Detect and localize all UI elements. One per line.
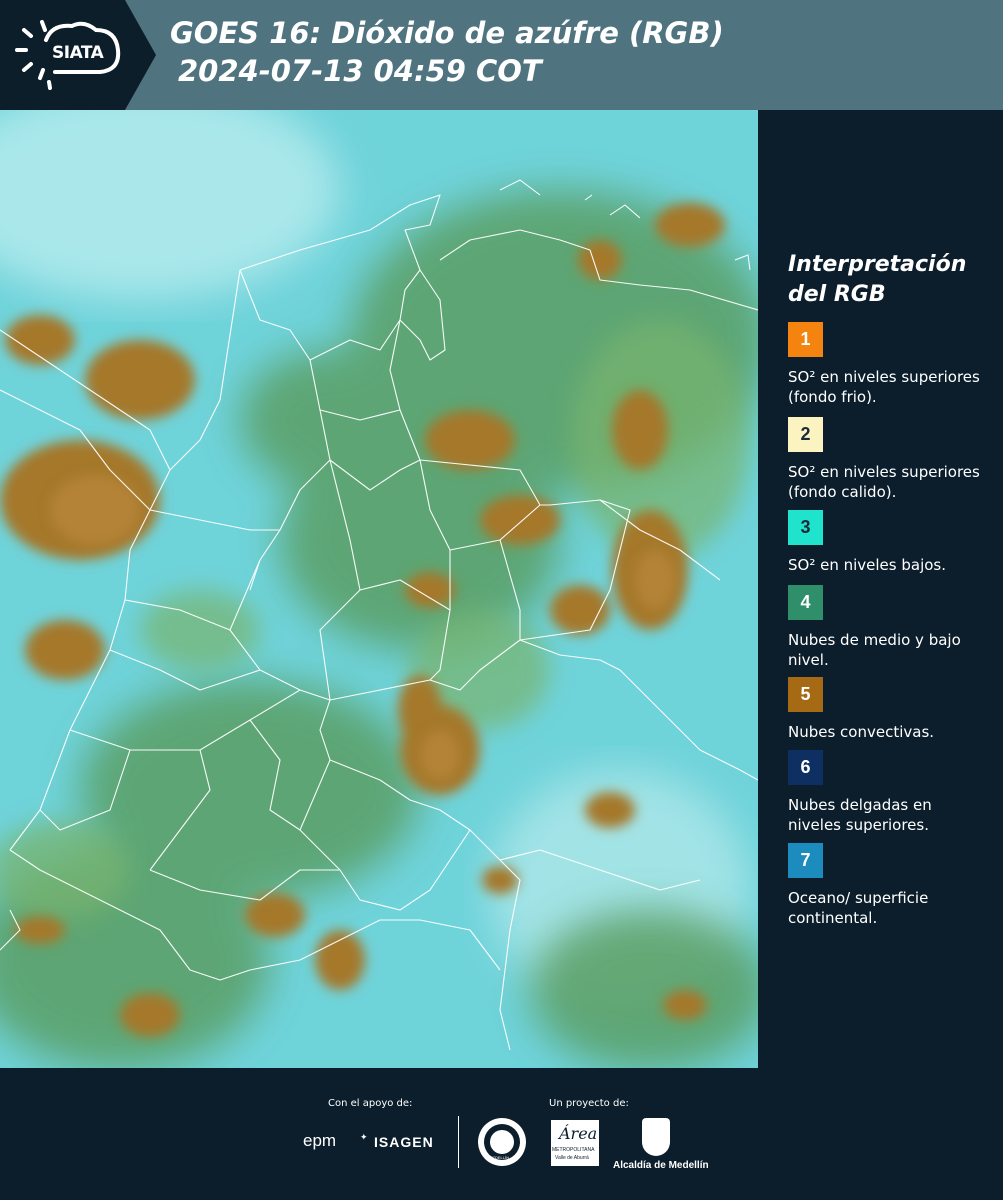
footer-divider [458,1116,459,1168]
alcaldia-label: Alcaldía de Medellín [613,1160,709,1171]
satellite-imagery [0,110,758,1068]
legend-label-4: Nubes de medio y bajo nivel. [788,631,961,669]
legend-label-7: Oceano/ superficie continental. [788,889,929,927]
legend-title: Interpretación del RGB [788,252,967,307]
legend-swatch-7: 7 [788,843,823,878]
medellin-seal-icon: MEDELLÍN [478,1118,526,1166]
rgb-legend: Interpretación del RGB 1 SO² en niveles … [760,110,1003,1068]
page-title: GOES 16: Dióxido de azúfre (RGB) 2024-07… [170,14,724,90]
legend-item-5: 5 Nubes convectivas. [788,677,988,742]
siata-logo: SIATA [0,0,156,110]
legend-swatch-1: 1 [788,322,823,357]
area-metropolitana-logo: Área METROPOLITANA Valle de Aburrá [551,1120,599,1166]
legend-item-7: 7 Oceano/ superficie continental. [788,843,988,928]
legend-swatch-3: 3 [788,510,823,545]
alcaldia-shield-icon [642,1118,670,1156]
legend-item-4: 4 Nubes de medio y bajo nivel. [788,585,988,670]
legend-label-1: SO² en niveles superiores (fondo frio). [788,368,980,406]
header: SIATA GOES 16: Dióxido de azúfre (RGB) 2… [0,0,1003,110]
legend-label-3: SO² en niveles bajos. [788,556,947,574]
legend-item-6: 6 Nubes delgadas en niveles superiores. [788,750,988,835]
satellite-map [0,110,758,1068]
area-logo-word: Área [559,1124,598,1143]
isagen-logo: ISAGEN [374,1134,434,1150]
seal-label: MEDELLÍN [489,1155,510,1160]
legend-swatch-6: 6 [788,750,823,785]
legend-swatch-4: 4 [788,585,823,620]
title-product: GOES 16: Dióxido de azúfre (RGB) [170,16,724,50]
legend-item-1: 1 SO² en niveles superiores (fondo frio)… [788,322,988,407]
legend-swatch-2: 2 [788,417,823,452]
legend-label-5: Nubes convectivas. [788,723,935,741]
legend-item-3: 3 SO² en niveles bajos. [788,510,988,575]
footer: Con el apoyo de: Un proyecto de: epm ✦ I… [0,1068,1003,1200]
legend-label-6: Nubes delgadas en niveles superiores. [788,796,932,834]
isagen-mark-icon: ✦ [360,1132,368,1142]
title-timestamp: 2024-07-13 04:59 COT [178,54,542,88]
legend-item-2: 2 SO² en niveles superiores (fondo calid… [788,417,988,502]
legend-swatch-5: 5 [788,677,823,712]
legend-label-2: SO² en niveles superiores (fondo calido)… [788,463,980,501]
area-logo-sub1: METROPOLITANA [552,1147,595,1153]
project-caption: Un proyecto de: [549,1098,629,1109]
area-logo-sub2: Valle de Aburrá [555,1155,589,1161]
support-caption: Con el apoyo de: [328,1098,413,1109]
epm-logo: epm [303,1131,337,1150]
siata-logo-text: SIATA [52,43,104,63]
